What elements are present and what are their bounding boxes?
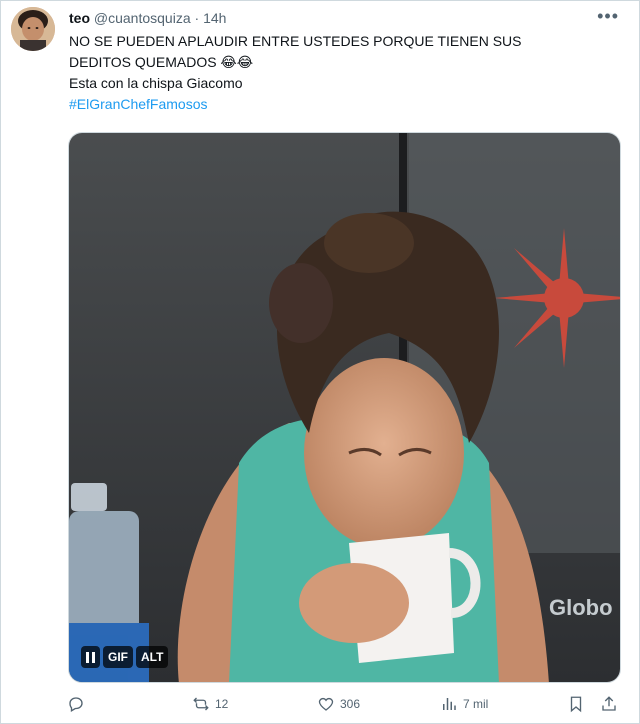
share-button[interactable] xyxy=(600,695,618,713)
views-icon xyxy=(443,698,456,710)
gif-badge: GIF xyxy=(103,646,133,668)
gif-media[interactable]: Globo xyxy=(68,132,621,683)
tweet-text: NO SE PUEDEN APLAUDIR ENTRE USTEDES PORQ… xyxy=(69,31,621,115)
tweet-text-line: Esta con la chispa Giacomo xyxy=(69,75,243,91)
tweet-card[interactable]: teo @cuantosquiza · 14h ••• NO SE PUEDEN… xyxy=(0,0,640,724)
watermark-text: Globo xyxy=(549,595,613,620)
timestamp[interactable]: 14h xyxy=(203,10,226,26)
retweet-count: 12 xyxy=(215,697,229,711)
separator-dot: · xyxy=(194,10,200,26)
alt-badge[interactable]: ALT xyxy=(136,646,169,668)
views-button[interactable]: 7 mil xyxy=(440,695,488,713)
views-count: 7 mil xyxy=(463,697,489,711)
action-bar: 12 306 7 mil xyxy=(67,695,627,717)
share-icon xyxy=(602,696,616,711)
user-handle[interactable]: @cuantosquiza xyxy=(94,10,191,26)
more-horizontal-icon[interactable]: ••• xyxy=(597,7,619,25)
bookmark-button[interactable] xyxy=(567,695,585,713)
display-name[interactable]: teo xyxy=(69,10,90,26)
heart-icon xyxy=(318,697,334,711)
retweet-icon xyxy=(193,697,209,711)
avatar[interactable] xyxy=(11,7,55,51)
gif-frame: Globo xyxy=(69,133,620,682)
like-count: 306 xyxy=(340,697,361,711)
bookmark-icon xyxy=(570,696,582,713)
hashtag-link[interactable]: #ElGranChefFamosos xyxy=(69,94,621,115)
pause-icon[interactable] xyxy=(81,646,100,668)
avatar-image xyxy=(11,7,55,51)
retweet-button[interactable]: 12 xyxy=(192,695,228,713)
tweet-text-line: NO SE PUEDEN APLAUDIR ENTRE USTEDES PORQ… xyxy=(69,33,522,49)
reply-button[interactable] xyxy=(67,695,90,713)
media-controls: GIF ALT xyxy=(81,646,169,668)
tweet-header: teo @cuantosquiza · 14h xyxy=(69,9,226,27)
reply-icon xyxy=(69,697,83,712)
tweet-text-line: DEDITOS QUEMADOS 😂😂 xyxy=(69,54,254,70)
like-button[interactable]: 306 xyxy=(317,695,360,713)
